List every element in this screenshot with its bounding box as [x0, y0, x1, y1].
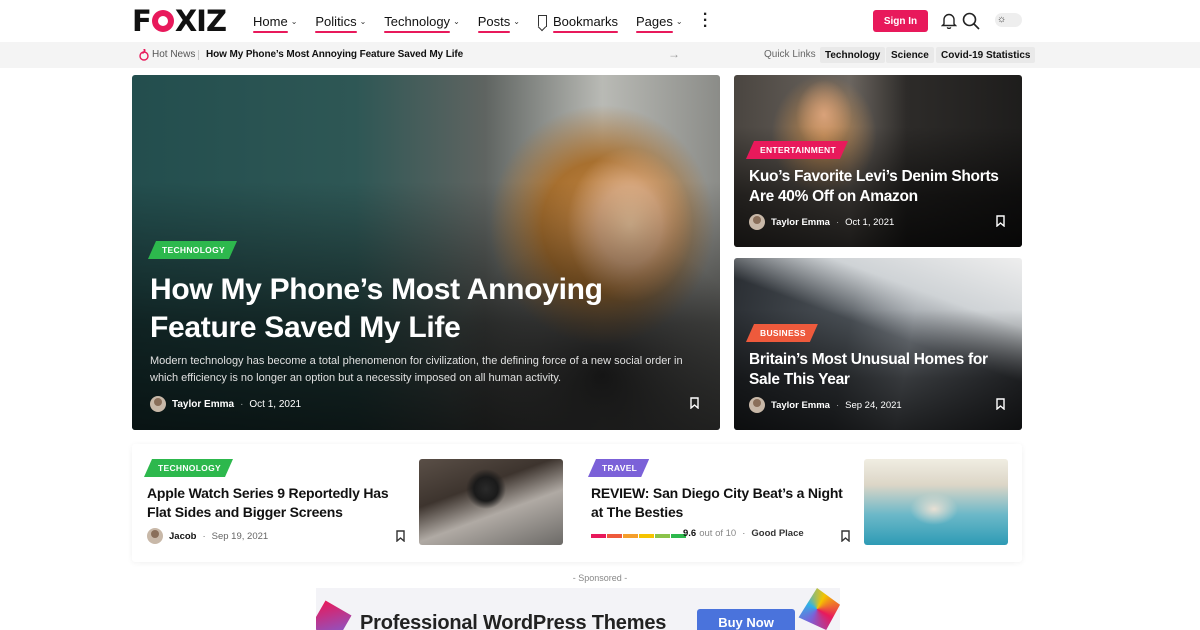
side-article-card[interactable]: ENTERTAINMENT Kuo’s Favorite Levi’s Deni…: [734, 75, 1022, 247]
rating-segment: [639, 534, 654, 538]
divider: [198, 50, 199, 60]
chevron-down-icon: ⌄: [513, 16, 520, 26]
dark-mode-toggle[interactable]: ☼: [995, 13, 1022, 27]
main-nav: Home ⌄ Politics ⌄ Technology ⌄ Posts ⌄ B…: [253, 0, 729, 42]
post-date: Oct 1, 2021: [249, 398, 302, 410]
meta-separator: ·: [240, 398, 244, 410]
hero-excerpt: Modern technology has become a total phe…: [150, 355, 683, 384]
side-card-title[interactable]: Britain’s Most Unusual Homes for Sale Th…: [749, 350, 1014, 390]
nav-item-politics[interactable]: Politics ⌄: [315, 0, 366, 42]
site-logo[interactable]: F XIZ: [132, 4, 227, 38]
nav-item-bookmarks[interactable]: Bookmarks: [537, 0, 619, 42]
bookmark-icon: [537, 15, 547, 27]
bookmark-icon[interactable]: [396, 530, 405, 542]
author-name[interactable]: Taylor Emma: [771, 217, 830, 228]
post-date: Sep 24, 2021: [845, 399, 902, 411]
author-name[interactable]: Taylor Emma: [172, 399, 234, 410]
post-date: Sep 19, 2021: [211, 530, 269, 542]
small-posts-row: TECHNOLOGY Apple Watch Series 9 Reported…: [132, 444, 1022, 562]
post-meta: Taylor Emma · Oct 1, 2021: [749, 214, 894, 230]
sponsored-ad-banner[interactable]: Professional WordPress Themes Buy Now: [316, 588, 840, 630]
rating-segment: [591, 534, 606, 538]
avatar[interactable]: [749, 397, 765, 413]
rating-suffix: out of 10: [699, 528, 737, 539]
hot-news-label: Hot News: [152, 49, 196, 60]
author-name[interactable]: Taylor Emma: [771, 400, 830, 411]
small-card-title[interactable]: Apple Watch Series 9 Reportedly Has Flat…: [147, 484, 407, 522]
watch-thumbnail-image[interactable]: [419, 459, 563, 545]
sponsored-label: - Sponsored -: [572, 573, 628, 583]
chevron-down-icon: ⌄: [453, 16, 460, 26]
rating-score: 9.6: [683, 528, 697, 539]
sun-icon: ☼: [997, 14, 1007, 25]
nav-item-label: Politics: [315, 13, 357, 33]
ad-decorative-shape: [798, 588, 840, 630]
nav-item-posts[interactable]: Posts ⌄: [477, 0, 520, 42]
ad-decorative-shape: [316, 600, 352, 630]
rating-segment: [607, 534, 622, 538]
hot-news-bar: Hot News How My Phone’s Most Annoying Fe…: [0, 42, 1200, 68]
nav-item-label: Posts: [477, 13, 511, 33]
quick-links-label: Quick Links: [764, 49, 816, 60]
meta-separator: ·: [835, 216, 840, 228]
quick-link-technology[interactable]: Technology: [820, 47, 886, 63]
meta-separator: ·: [742, 528, 746, 539]
pool-thumbnail-image[interactable]: [864, 459, 1008, 545]
hero-article-card[interactable]: TECHNOLOGY How My Phone’s Most Annoying …: [132, 75, 720, 430]
search-icon[interactable]: [962, 12, 980, 30]
nav-item-label: Technology: [384, 13, 451, 33]
ad-buy-now-button[interactable]: Buy Now: [697, 609, 795, 630]
chevron-down-icon: ⌄: [675, 16, 683, 26]
side-card-title[interactable]: Kuo’s Favorite Levi’s Denim Shorts Are 4…: [749, 167, 1014, 207]
category-badge[interactable]: TRAVEL: [588, 459, 649, 477]
quick-link-science[interactable]: Science: [886, 47, 934, 63]
category-badge[interactable]: TECHNOLOGY: [148, 241, 237, 259]
hero-title[interactable]: How My Phone’s Most Annoying Feature Sav…: [150, 271, 690, 347]
category-badge[interactable]: ENTERTAINMENT: [746, 141, 848, 159]
post-date: Oct 1, 2021: [845, 216, 895, 228]
post-meta: Taylor Emma · Sep 24, 2021: [749, 397, 902, 413]
avatar[interactable]: [147, 528, 163, 544]
nav-item-label: Pages: [636, 13, 673, 33]
rating-segment: [623, 534, 638, 538]
nav-item-home[interactable]: Home ⌄: [253, 0, 297, 42]
bookmark-icon[interactable]: [996, 215, 1005, 227]
logo-o-mark: [151, 10, 174, 32]
post-meta: Taylor Emma · Oct 1, 2021: [150, 396, 301, 412]
site-header: F XIZ Home ⌄ Politics ⌄ Technology ⌄ Post…: [0, 0, 1200, 42]
rating-segment: [655, 534, 670, 538]
meta-separator: ·: [202, 530, 206, 542]
bookmark-icon[interactable]: [841, 530, 850, 542]
avatar[interactable]: [749, 214, 765, 230]
author-name[interactable]: Jacob: [169, 531, 196, 542]
bookmark-icon[interactable]: [996, 398, 1005, 410]
more-vertical-icon: · · ·: [702, 6, 709, 35]
rating-label: Good Place: [751, 528, 804, 539]
rating-bar: [591, 534, 686, 538]
nav-item-label: Home: [253, 13, 288, 33]
more-menu-button[interactable]: · · ·: [701, 0, 711, 42]
notification-bell-icon[interactable]: [941, 12, 957, 29]
meta-separator: ·: [835, 399, 840, 411]
ad-title: Professional WordPress Themes: [360, 612, 667, 630]
post-meta: Jacob · Sep 19, 2021: [147, 528, 268, 544]
avatar[interactable]: [150, 396, 166, 412]
hot-news-headline-link[interactable]: How My Phone’s Most Annoying Feature Sav…: [206, 49, 463, 60]
next-arrow-icon[interactable]: →: [668, 47, 680, 61]
side-article-card[interactable]: BUSINESS Britain’s Most Unusual Homes fo…: [734, 258, 1022, 430]
nav-item-technology[interactable]: Technology ⌄: [384, 0, 460, 42]
chevron-down-icon: ⌄: [290, 16, 298, 26]
category-badge[interactable]: BUSINESS: [746, 324, 818, 342]
category-badge[interactable]: TECHNOLOGY: [144, 459, 233, 477]
chevron-down-icon: ⌄: [359, 16, 367, 26]
nav-item-label: Bookmarks: [552, 13, 619, 33]
small-card-title[interactable]: REVIEW: San Diego City Beat’s a Night at…: [591, 484, 851, 522]
flame-icon: [139, 49, 149, 61]
review-meta: 9.6 out of 10 · Good Place: [683, 528, 804, 539]
sign-in-button[interactable]: Sign In: [873, 10, 928, 32]
bookmark-icon[interactable]: [690, 397, 699, 409]
nav-item-pages[interactable]: Pages ⌄: [636, 0, 683, 42]
quick-link-covid-19-statistics[interactable]: Covid-19 Statistics: [936, 47, 1036, 63]
